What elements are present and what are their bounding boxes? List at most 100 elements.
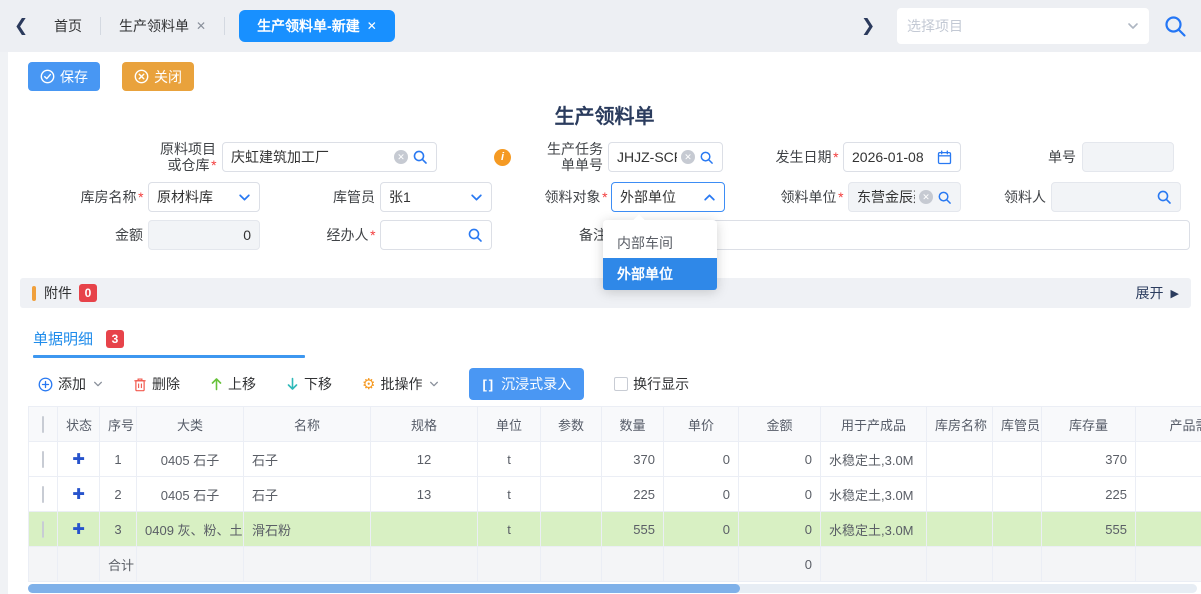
- cell-product: 水稳定土,3.0M: [821, 477, 927, 512]
- keeper-label: 库管员: [308, 189, 375, 205]
- cell-keeper: [993, 477, 1042, 512]
- select-all-cell: [29, 407, 58, 442]
- tab-home-label: 首页: [54, 16, 82, 36]
- expand-toggle[interactable]: 展开 ▶: [1136, 283, 1179, 303]
- search-icon[interactable]: [412, 149, 428, 165]
- col-seq: 序号: [100, 407, 137, 442]
- task-no-input[interactable]: JHJZ-SCRW ✕: [608, 142, 723, 172]
- move-down-button[interactable]: 下移: [286, 374, 332, 394]
- material-project-input[interactable]: 庆虹建筑加工厂 ✕: [222, 142, 437, 172]
- cell-category: 0409 灰、粉、土: [137, 512, 244, 547]
- dropdown-option-external[interactable]: 外部单位: [603, 258, 717, 290]
- trash-icon: [133, 377, 147, 392]
- cell-param: [541, 512, 602, 547]
- cell-price: 0: [664, 477, 739, 512]
- move-down-label: 下移: [304, 374, 332, 394]
- cell-empty: [541, 547, 602, 582]
- cell-warehouse: [927, 477, 993, 512]
- clear-icon[interactable]: ✕: [919, 190, 933, 204]
- tab-production-requisition-new[interactable]: 生产领料单-新建 ✕: [239, 10, 395, 42]
- move-up-button[interactable]: 上移: [210, 374, 256, 394]
- tab-label: 生产领料单-新建: [257, 16, 360, 36]
- detail-table: 状态 序号 大类 名称 规格 单位 参数 数量 单价 金额 用于产成品 库房名称…: [28, 406, 1201, 582]
- row-add-icon[interactable]: ✚: [58, 477, 100, 512]
- tab-production-requisition[interactable]: 生产领料单 ✕: [101, 10, 224, 42]
- horizontal-scrollbar[interactable]: [28, 584, 1197, 593]
- clear-icon[interactable]: ✕: [681, 150, 695, 164]
- chevron-down-icon: [429, 379, 439, 389]
- info-icon[interactable]: i: [494, 149, 511, 166]
- doc-no-input: [1082, 142, 1174, 172]
- wrap-display-checkbox[interactable]: [614, 377, 628, 391]
- active-tab-underline: [33, 355, 305, 358]
- cell-seq: 2: [100, 477, 137, 512]
- clear-icon[interactable]: ✕: [394, 150, 408, 164]
- batch-ops-button[interactable]: ⚙ 批操作: [362, 374, 439, 394]
- col-param: 参数: [541, 407, 602, 442]
- row-checkbox[interactable]: [42, 521, 44, 538]
- target-select[interactable]: 外部单位: [611, 182, 725, 212]
- date-input[interactable]: 2026-01-08: [843, 142, 961, 172]
- amount-label: 金额: [36, 227, 143, 243]
- search-icon[interactable]: [1156, 189, 1172, 205]
- table-row[interactable]: ✚ 1 0405 石子 石子 12 t 370 0 0 水稳定土,3.0M 37…: [29, 442, 1201, 477]
- required-mark: *: [211, 157, 216, 173]
- calendar-icon[interactable]: [937, 150, 952, 165]
- select-all-checkbox[interactable]: [42, 416, 44, 433]
- delete-button[interactable]: 删除: [133, 374, 180, 394]
- tab-home[interactable]: 首页: [36, 10, 100, 42]
- cell-empty: [29, 547, 58, 582]
- keeper-select[interactable]: 张1: [380, 182, 492, 212]
- col-keeper: 库管员: [993, 407, 1042, 442]
- gear-icon: ⚙: [362, 377, 375, 392]
- search-icon[interactable]: [467, 227, 483, 243]
- tab-close-icon[interactable]: ✕: [196, 19, 206, 33]
- task-no-value: JHJZ-SCRW: [617, 149, 677, 165]
- dropdown-option-internal[interactable]: 内部车间: [603, 228, 717, 258]
- wrap-display-toggle[interactable]: 换行显示: [614, 374, 689, 394]
- save-button[interactable]: 保存: [28, 62, 100, 91]
- cell-empty: [602, 547, 664, 582]
- tab-close-icon[interactable]: ✕: [367, 19, 377, 33]
- detail-table-wrap: 状态 序号 大类 名称 规格 单位 参数 数量 单价 金额 用于产成品 库房名称…: [28, 406, 1201, 582]
- unit-input[interactable]: 东营金辰建 ✕: [848, 182, 961, 212]
- warehouse-label: 库房名称*: [36, 189, 143, 205]
- table-row[interactable]: ✚ 2 0405 石子 石子 13 t 225 0 0 水稳定土,3.0M 22…: [29, 477, 1201, 512]
- warehouse-select[interactable]: 原材料库: [148, 182, 260, 212]
- search-icon[interactable]: [937, 190, 952, 205]
- row-checkbox[interactable]: [42, 451, 44, 468]
- cell-empty: [137, 547, 244, 582]
- grid-toolbar: 添加 删除 上移 下移 ⚙ 批操作: [38, 368, 1201, 400]
- table-row-selected[interactable]: ✚ 3 0409 灰、粉、土 滑石粉 t 555 0 0 水稳定土,3.0M 5…: [29, 512, 1201, 547]
- tabs-scroll-left-icon[interactable]: ❮: [14, 16, 36, 36]
- row-add-icon[interactable]: ✚: [58, 512, 100, 547]
- project-select-placeholder: 选择项目: [907, 16, 1127, 36]
- project-select[interactable]: 选择项目: [897, 8, 1149, 44]
- tab-detail[interactable]: 单据明细 3: [33, 328, 124, 349]
- cell-amount: 0: [739, 477, 821, 512]
- col-category: 大类: [137, 407, 244, 442]
- search-icon[interactable]: [699, 150, 714, 165]
- col-demand: 产品需要: [1136, 407, 1201, 442]
- immersive-entry-button[interactable]: [] 沉浸式录入: [469, 368, 584, 400]
- cell-qty: 370: [602, 442, 664, 477]
- doc-no-label: 单号: [1001, 149, 1076, 165]
- cell-name: 石子: [244, 477, 371, 512]
- search-icon[interactable]: [1163, 14, 1187, 38]
- unit-value: 东营金辰建: [857, 187, 915, 207]
- chevron-down-icon: [1127, 20, 1139, 32]
- chevron-up-icon: [703, 191, 716, 204]
- row-add-icon[interactable]: ✚: [58, 442, 100, 477]
- tabs-scroll-right-icon[interactable]: ❯: [861, 16, 883, 36]
- scrollbar-thumb[interactable]: [28, 584, 740, 593]
- add-label: 添加: [58, 374, 86, 394]
- row-checkbox[interactable]: [42, 486, 44, 503]
- cell-warehouse: [927, 512, 993, 547]
- required-mark: *: [838, 189, 843, 205]
- cell-empty: [1042, 547, 1136, 582]
- close-button[interactable]: 关闭: [122, 62, 194, 91]
- cell-qty: 225: [602, 477, 664, 512]
- cell-stock: 370: [1042, 442, 1136, 477]
- add-button[interactable]: 添加: [38, 374, 103, 394]
- handler-input[interactable]: [380, 220, 492, 250]
